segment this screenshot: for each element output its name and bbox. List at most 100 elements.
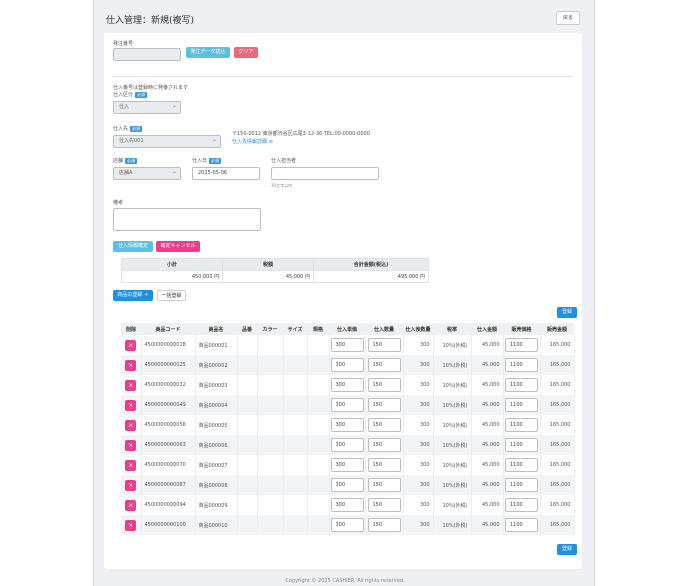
- qty-input[interactable]: 150: [367, 338, 401, 352]
- person-label: 仕入担当者: [271, 158, 297, 164]
- sale-price-input[interactable]: 1100: [505, 518, 538, 532]
- delete-icon[interactable]: ×: [125, 479, 137, 491]
- cell-unit-price: 300: [329, 515, 366, 535]
- unit-price-input[interactable]: 300: [330, 378, 364, 392]
- unit-price-input[interactable]: 300: [330, 458, 364, 472]
- cell-qty: 150: [365, 375, 404, 395]
- cell-qty: 150: [365, 435, 404, 455]
- cell-color: [257, 475, 284, 495]
- unit-price-input[interactable]: 300: [330, 338, 364, 352]
- cell-name: 商品000001: [195, 335, 238, 355]
- delete-icon[interactable]: ×: [125, 339, 137, 351]
- qty-input[interactable]: 150: [367, 458, 401, 472]
- cell-size: [283, 455, 308, 475]
- qty-input[interactable]: 150: [367, 518, 401, 532]
- unit-price-input[interactable]: 300: [330, 518, 364, 532]
- cell-unit-price: 300: [329, 455, 366, 475]
- person-input[interactable]: [271, 167, 379, 180]
- sale-price-input[interactable]: 1100: [505, 498, 538, 512]
- cell-part: [237, 475, 258, 495]
- cell-sale-price: 1100: [503, 335, 541, 355]
- table-row: × 4500000000087 商品000008 300 150 300 10%(外税) 45…: [121, 475, 575, 495]
- delete-icon[interactable]: ×: [125, 419, 137, 431]
- cell-amount: 45,000: [471, 435, 504, 455]
- store-select[interactable]: 店舗A: [113, 166, 181, 180]
- qty-input[interactable]: 150: [367, 358, 401, 372]
- register-button-top[interactable]: 登録: [557, 307, 577, 318]
- unit-price-input[interactable]: 300: [330, 438, 364, 452]
- sale-price-input[interactable]: 1100: [505, 398, 538, 412]
- table-header-row: 削除 商品コード 商品名 品番 カラー サイズ 規格 仕入単価 仕入数量 仕入後…: [121, 323, 574, 335]
- sale-price-input[interactable]: 1100: [505, 438, 538, 452]
- unit-price-input[interactable]: 300: [330, 358, 364, 372]
- sale-price-input[interactable]: 1100: [505, 338, 538, 352]
- cell-delete: ×: [121, 415, 142, 435]
- subtotal-header: 小計: [120, 258, 224, 271]
- cancel-confirm-button[interactable]: 確定キャンセル: [156, 241, 200, 252]
- auto-number-note: 仕入番号は登録時に発番されます: [113, 85, 189, 91]
- back-button[interactable]: 戻る: [556, 11, 580, 25]
- unit-price-input[interactable]: 300: [330, 478, 364, 492]
- remarks-textarea[interactable]: ⟋: [113, 208, 261, 231]
- delete-icon[interactable]: ×: [125, 499, 137, 511]
- page-title: 仕入管理：新規(複写): [106, 16, 195, 26]
- cell-sale-price: 1100: [503, 475, 541, 495]
- table-row: × 4500000000018 商品000001 300 150 300 10%(外税) 45…: [121, 335, 575, 355]
- delete-icon[interactable]: ×: [125, 399, 137, 411]
- supplier-select[interactable]: 仕入先001: [113, 134, 221, 148]
- col-sale-amount: 販売金額: [540, 323, 574, 335]
- qty-input[interactable]: 150: [367, 378, 401, 392]
- sale-price-input[interactable]: 1100: [505, 478, 538, 492]
- cell-name: 商品000007: [195, 455, 238, 475]
- main-card: 発注番号 発注データ読込 クリア 仕入番号は登録時に発番されます 仕入区分 必須 …: [104, 33, 582, 569]
- cell-qty: 150: [365, 415, 404, 435]
- sale-price-input[interactable]: 1100: [505, 378, 538, 392]
- bulk-register-button[interactable]: 一括登録: [157, 290, 186, 301]
- col-part: 品番: [237, 323, 257, 335]
- cell-tax: 10%(外税): [433, 335, 472, 355]
- cell-delete: ×: [121, 495, 142, 515]
- summary-table: 小計 税額 合計金額(税込) 450,000 円 45,000 円 495,00…: [120, 258, 430, 283]
- cell-sale-amount: 165,000: [540, 335, 575, 355]
- resize-grip-icon[interactable]: ⟋: [255, 224, 259, 230]
- sale-price-input[interactable]: 1100: [505, 358, 538, 372]
- delete-icon[interactable]: ×: [125, 379, 137, 391]
- sale-price-input[interactable]: 1100: [505, 418, 538, 432]
- delete-icon[interactable]: ×: [125, 519, 137, 531]
- delete-icon[interactable]: ×: [125, 359, 137, 371]
- cell-spec: [307, 475, 330, 495]
- qty-input[interactable]: 150: [367, 478, 401, 492]
- cell-size: [283, 415, 308, 435]
- load-order-button[interactable]: 発注データ読込: [186, 47, 230, 58]
- qty-input[interactable]: 150: [367, 498, 401, 512]
- unit-price-input[interactable]: 300: [330, 418, 364, 432]
- supplier-label-text: 仕入先: [113, 126, 129, 132]
- required-badge: 必須: [125, 157, 138, 164]
- order-number-input[interactable]: [113, 48, 181, 61]
- qty-input[interactable]: 150: [367, 418, 401, 432]
- col-sale-price: 販売価格: [503, 323, 540, 335]
- category-select[interactable]: 仕入: [113, 100, 181, 114]
- cell-color: [257, 375, 284, 395]
- supplier-detail-link[interactable]: 仕入先情報詳細 ⊘: [232, 138, 273, 145]
- cell-name: 商品000005: [195, 415, 238, 435]
- delete-icon[interactable]: ×: [125, 459, 137, 471]
- date-input[interactable]: 2025-05-06: [192, 167, 260, 180]
- register-button-bottom[interactable]: 登録: [557, 544, 577, 555]
- cell-sale-amount: 165,000: [540, 515, 575, 535]
- sale-price-input[interactable]: 1100: [505, 458, 538, 472]
- cell-size: [283, 515, 308, 535]
- unit-price-input[interactable]: 300: [330, 498, 364, 512]
- clear-button[interactable]: クリア: [234, 47, 258, 58]
- cell-after-qty: 300: [403, 415, 434, 435]
- delete-icon[interactable]: ×: [125, 439, 137, 451]
- person-hint: 30文字以内: [271, 183, 293, 188]
- cell-delete: ×: [121, 515, 142, 535]
- add-item-button[interactable]: 商品の登録 ＋: [113, 290, 153, 301]
- cell-code: 4500000000025: [141, 355, 196, 375]
- confirm-button[interactable]: 仕入情報確定: [113, 241, 153, 252]
- qty-input[interactable]: 150: [367, 438, 401, 452]
- unit-price-input[interactable]: 300: [330, 398, 364, 412]
- cell-after-qty: 300: [403, 335, 434, 355]
- qty-input[interactable]: 150: [367, 398, 401, 412]
